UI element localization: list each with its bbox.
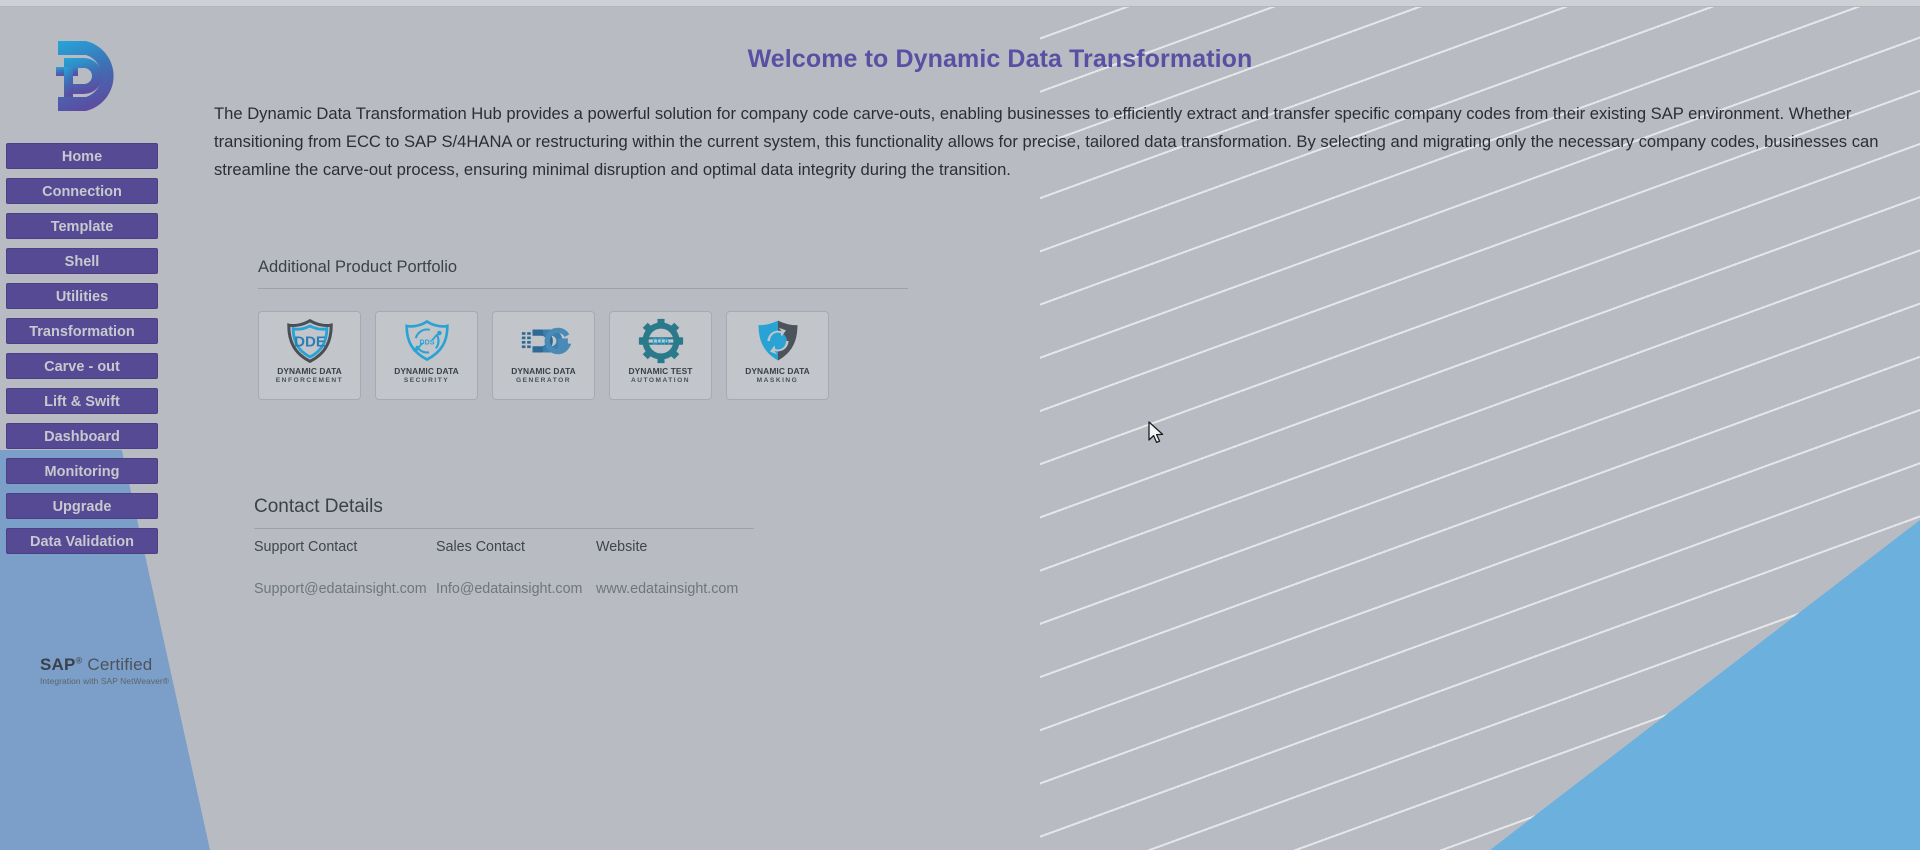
contact-table-header-row: Support Contact Sales Contact Website <box>254 539 754 581</box>
additional-product-portfolio-section: Additional Product Portfolio DDE DYNAMIC… <box>258 258 908 400</box>
product-card-subtitle: SECURITY <box>403 377 450 384</box>
column-header-support-contact: Support Contact <box>254 539 358 555</box>
portfolio-card-list: DDE DYNAMIC DATA ENFORCEMENT DDS DYNAMIC… <box>258 311 908 400</box>
sidebar-item-template[interactable]: Template <box>6 213 158 239</box>
sap-registered-mark: ® <box>75 655 83 666</box>
sap-certified-subtitle: Integration with SAP NetWeaver® <box>40 676 170 686</box>
sidebar-menu-list: Home Connection Template Shell Utilities… <box>0 143 170 554</box>
sidebar-item-monitoring[interactable]: Monitoring <box>6 458 158 484</box>
contact-details-section: Contact Details Support Contact Sales Co… <box>254 496 754 597</box>
sidebar-item-utilities[interactable]: Utilities <box>6 283 158 309</box>
contact-table: Support Contact Sales Contact Website Su… <box>254 539 754 597</box>
top-bar <box>0 0 1920 7</box>
portfolio-divider <box>258 288 908 289</box>
column-header-website: Website <box>596 539 648 555</box>
website-value[interactable]: www.edatainsight.com <box>596 581 754 597</box>
product-card-dynamic-data-masking[interactable]: DYNAMIC DATA MASKING <box>726 311 829 400</box>
support-contact-value[interactable]: Support@edatainsight.com <box>254 581 436 597</box>
product-card-subtitle: MASKING <box>756 377 799 384</box>
sidebar-item-dashboard[interactable]: Dashboard <box>6 423 158 449</box>
product-card-dynamic-data-generator[interactable]: DYNAMIC DATA GENERATOR <box>492 311 595 400</box>
product-card-dynamic-test-automation[interactable]: DTA DYNAMIC TEST AUTOMATION <box>609 311 712 400</box>
main-content: Welcome to Dynamic Data Transformation T… <box>170 7 1920 850</box>
column-header-sales-contact: Sales Contact <box>436 539 526 555</box>
sidebar-item-lift-and-swift[interactable]: Lift & Swift <box>6 388 158 414</box>
product-card-title: DYNAMIC TEST <box>628 366 693 376</box>
svg-text:DTA: DTA <box>652 337 670 347</box>
application-window: Home Connection Template Shell Utilities… <box>0 0 1920 850</box>
product-card-subtitle: GENERATOR <box>515 377 572 384</box>
shield-dde-icon: DDE <box>283 318 337 364</box>
contact-divider <box>254 528 754 529</box>
sap-wordmark: SAP <box>40 655 76 674</box>
sidebar-item-data-validation[interactable]: Data Validation <box>6 528 158 554</box>
sidebar-item-carve-out[interactable]: Carve - out <box>6 353 158 379</box>
product-card-title: DYNAMIC DATA <box>394 366 459 376</box>
intro-paragraph: The Dynamic Data Transformation Hub prov… <box>214 104 1879 179</box>
sidebar-item-transformation[interactable]: Transformation <box>6 318 158 344</box>
product-card-subtitle: ENFORCEMENT <box>275 377 344 384</box>
sap-certified-title: SAP® Certified <box>40 655 169 675</box>
product-card-dynamic-data-enforcement[interactable]: DDE DYNAMIC DATA ENFORCEMENT <box>258 311 361 400</box>
sidebar-item-home[interactable]: Home <box>6 143 158 169</box>
page-title: Welcome to Dynamic Data Transformation <box>747 45 1253 73</box>
product-card-title: DYNAMIC DATA <box>511 366 576 376</box>
sidebar-item-shell[interactable]: Shell <box>6 248 158 274</box>
svg-text:DDS: DDS <box>419 340 434 347</box>
table-row: Support@edatainsight.com Info@edatainsig… <box>254 581 754 597</box>
ddg-wordmark-icon <box>517 318 572 364</box>
product-card-title: DYNAMIC DATA <box>745 366 810 376</box>
product-card-subtitle: AUTOMATION <box>630 377 691 384</box>
sap-certified-badge: SAP® Certified Integration with SAP NetW… <box>40 655 169 686</box>
product-card-title: DYNAMIC DATA <box>277 366 342 376</box>
contact-heading: Contact Details <box>254 496 383 517</box>
portfolio-heading: Additional Product Portfolio <box>258 258 458 276</box>
sidebar-item-upgrade[interactable]: Upgrade <box>6 493 158 519</box>
gear-dta-icon: DTA <box>634 318 688 364</box>
svg-text:DDE: DDE <box>294 333 326 350</box>
sap-certified-word: Certified <box>87 655 153 674</box>
sales-contact-value[interactable]: Info@edatainsight.com <box>436 581 596 597</box>
shield-mask-icon <box>751 318 805 364</box>
sidebar-navigation: Home Connection Template Shell Utilities… <box>0 7 170 850</box>
sidebar-item-connection[interactable]: Connection <box>6 178 158 204</box>
shield-dds-icon: DDS <box>400 318 454 364</box>
product-card-dynamic-data-security[interactable]: DDS DYNAMIC DATA SECURITY <box>375 311 478 400</box>
